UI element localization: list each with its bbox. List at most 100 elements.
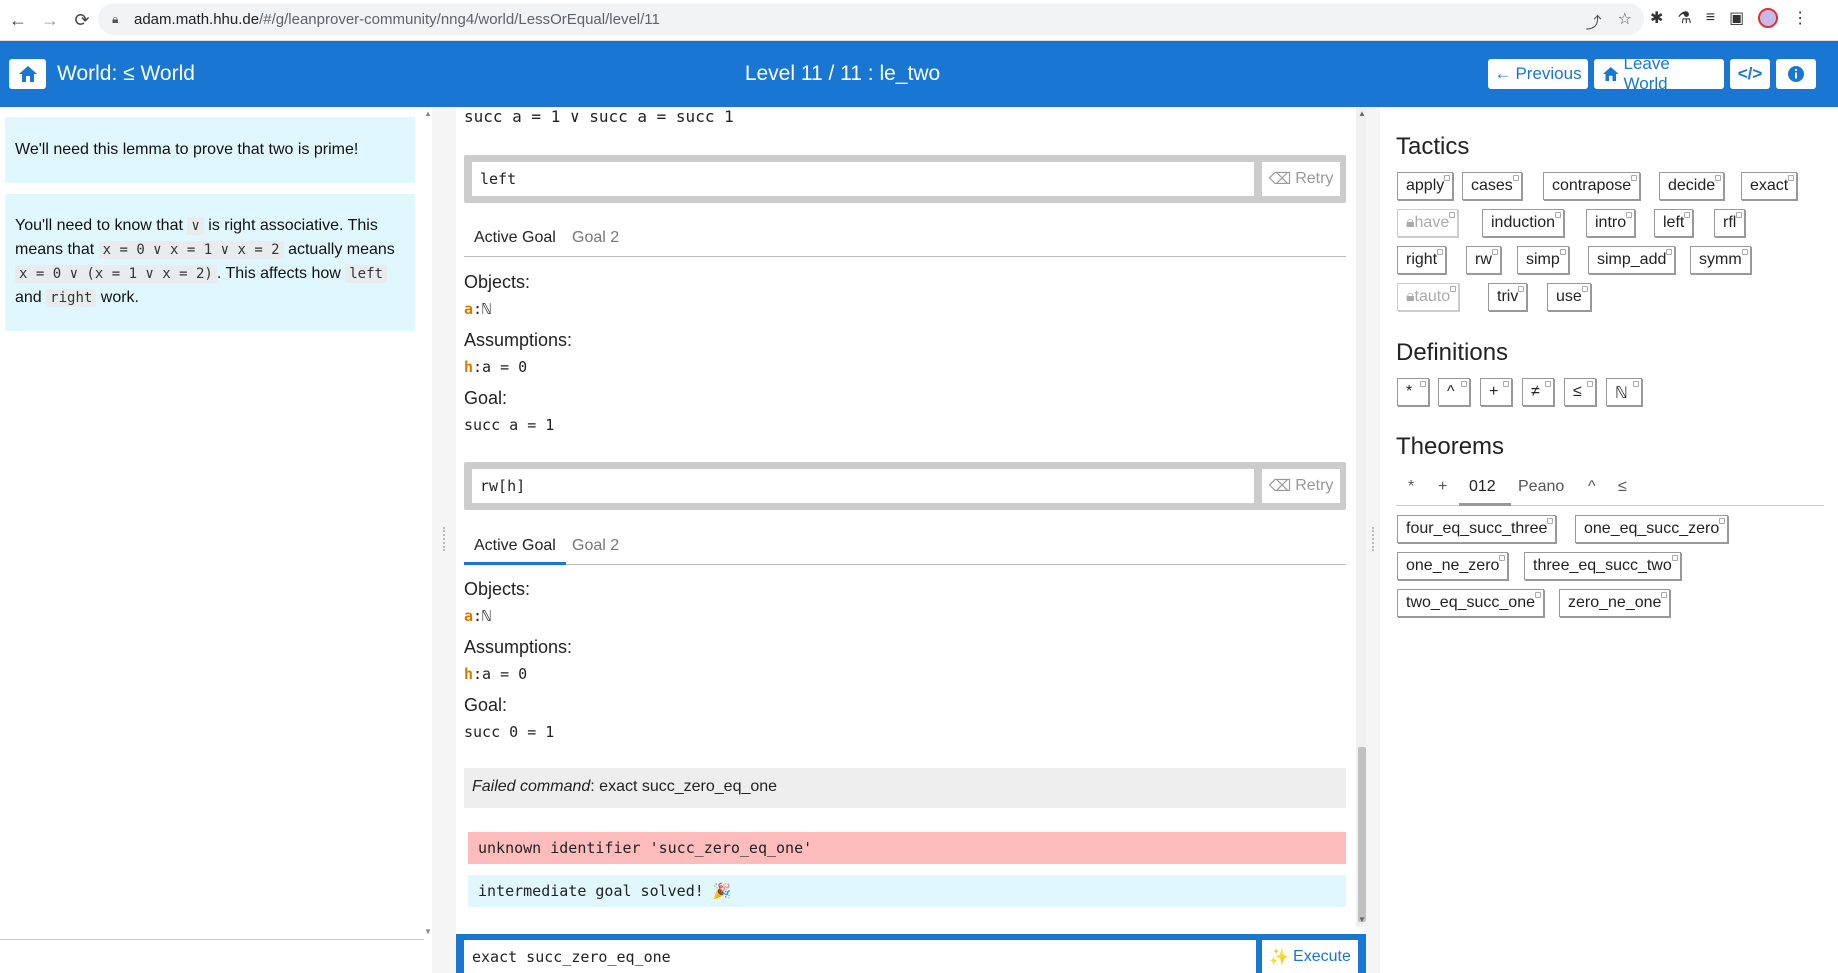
theorem-two-eq-succ-one[interactable]: two_eq_succ_one xyxy=(1397,589,1544,617)
goal-text: succ a = 1 xyxy=(464,416,555,434)
definition-mul[interactable]: * xyxy=(1397,378,1429,406)
theorem-tab-le[interactable]: ≤ xyxy=(1618,478,1627,496)
command-text: rw[h] xyxy=(472,469,1254,503)
code-view-button[interactable]: </> xyxy=(1730,59,1770,89)
code-brackets-icon: </> xyxy=(1737,64,1763,83)
tactic-rw[interactable]: rw xyxy=(1466,246,1501,274)
object-item: a:ℕ xyxy=(464,300,492,318)
definition-add[interactable]: + xyxy=(1480,378,1512,406)
command-row-rw: rw[h] ⌫ Retry xyxy=(464,462,1346,510)
arrow-left-icon: ← xyxy=(1494,64,1512,83)
goal-label: Goal: xyxy=(464,388,508,408)
tab-goal-2[interactable]: Goal 2 xyxy=(572,537,619,555)
theorem-tab-peano[interactable]: Peano xyxy=(1518,478,1564,496)
failed-command: Failed command: exact succ_zero_eq_one xyxy=(464,768,1346,808)
goal-tabs: Active Goal Goal 2 xyxy=(464,219,1346,257)
tactic-triv[interactable]: triv xyxy=(1488,283,1528,311)
previous-button[interactable]: ← Previous xyxy=(1488,59,1588,89)
theorem-zero-ne-one[interactable]: zero_ne_one xyxy=(1559,589,1671,617)
inventory-panel: Tactics apply cases contrapose decide ex… xyxy=(1380,107,1838,973)
definitions-title: Definitions xyxy=(1396,339,1509,366)
backspace-icon: ⌫ xyxy=(1268,171,1292,188)
menu-kebab-icon[interactable]: ⋮ xyxy=(1792,8,1808,28)
theorem-one-eq-succ-zero[interactable]: one_eq_succ_zero xyxy=(1575,515,1729,543)
goal-label: Goal: xyxy=(464,695,508,715)
bookmark-star-icon[interactable]: ☆ xyxy=(1618,9,1632,33)
definition-nat[interactable]: ℕ xyxy=(1606,378,1642,406)
retry-button[interactable]: ⌫ Retry xyxy=(1262,162,1340,196)
info-icon xyxy=(1788,66,1804,82)
goal-tabs: Active Goal Goal 2 xyxy=(464,527,1346,565)
tab-active-goal[interactable]: Active Goal xyxy=(474,537,556,555)
profile-avatar[interactable] xyxy=(1758,8,1779,28)
tactic-use[interactable]: use xyxy=(1547,283,1591,311)
reading-list-icon[interactable]: ≡ xyxy=(1706,9,1715,27)
tactic-intro[interactable]: intro xyxy=(1586,209,1636,237)
resize-handle-right[interactable] xyxy=(1366,107,1380,973)
proof-panel: succ a = 1 ∨ succ a = succ 1 left ⌫ Retry… xyxy=(456,107,1366,973)
info-button[interactable] xyxy=(1776,59,1816,89)
level-title: Level 11 / 11 : le_two xyxy=(744,62,941,85)
theorem-one-ne-zero[interactable]: one_ne_zero xyxy=(1397,552,1509,580)
forward-arrow-icon[interactable]: → xyxy=(36,6,64,34)
tactic-exact[interactable]: exact xyxy=(1741,172,1798,200)
tactic-tauto[interactable]: 🔒︎tauto xyxy=(1397,283,1460,311)
back-arrow-icon[interactable]: ← xyxy=(4,6,32,34)
lock-icon: 🔒︎ xyxy=(1406,214,1415,231)
object-item: a:ℕ xyxy=(464,607,492,625)
leave-world-button[interactable]: Leave World xyxy=(1594,54,1724,93)
lock-icon: 🔒︎ xyxy=(1406,288,1415,305)
tactic-symm[interactable]: symm xyxy=(1690,246,1751,274)
reload-icon[interactable]: ⟳ xyxy=(68,6,96,34)
tactic-decide[interactable]: decide xyxy=(1659,172,1725,200)
theorem-tab-012[interactable]: 012 xyxy=(1469,478,1496,496)
theorem-tab-pow[interactable]: ^ xyxy=(1588,478,1596,496)
theorem-four-eq-succ-three[interactable]: four_eq_succ_three xyxy=(1397,515,1557,543)
theorem-tab-add[interactable]: + xyxy=(1438,478,1447,496)
tab-active-goal[interactable]: Active Goal xyxy=(474,229,556,247)
definition-le[interactable]: ≤ xyxy=(1564,378,1596,406)
site-info-icon[interactable]: 🔒︎ xyxy=(112,12,126,26)
extensions-icon[interactable]: ✱ xyxy=(1650,8,1663,28)
assumptions-label: Assumptions: xyxy=(464,330,573,350)
tactic-induction[interactable]: induction xyxy=(1482,209,1565,237)
tactics-title: Tactics xyxy=(1396,133,1470,160)
tactic-contrapose[interactable]: contrapose xyxy=(1543,172,1641,200)
execute-button[interactable]: ✨ Execute xyxy=(1262,940,1358,973)
command-input[interactable]: exact succ_zero_eq_one xyxy=(464,940,1256,973)
url-text: adam.math.hhu.de/#/g/leanprover-communit… xyxy=(134,10,660,28)
tactic-rfl[interactable]: rfl xyxy=(1714,209,1746,237)
info-message: intermediate goal solved! 🎉 xyxy=(468,875,1346,907)
tab-goal-2[interactable]: Goal 2 xyxy=(572,229,619,247)
theorem-tab-mul[interactable]: * xyxy=(1408,478,1414,496)
retry-button[interactable]: ⌫ Retry xyxy=(1262,469,1340,503)
assumption-item: h:a = 0 xyxy=(464,665,528,683)
tactic-apply[interactable]: apply xyxy=(1397,172,1454,200)
command-text: left xyxy=(472,162,1254,196)
app-header: World: ≤ World Level 11 / 11 : le_two ← P… xyxy=(0,41,1838,107)
share-icon[interactable]: ⤴ xyxy=(1586,9,1602,33)
objects-label: Objects: xyxy=(464,272,531,292)
tactic-have[interactable]: 🔒︎have xyxy=(1397,209,1459,237)
backspace-icon: ⌫ xyxy=(1268,478,1292,495)
error-message: unknown identifier 'succ_zero_eq_one' xyxy=(468,832,1346,864)
tactic-right[interactable]: right xyxy=(1397,246,1447,274)
tactic-cases[interactable]: cases xyxy=(1462,172,1522,200)
active-tab-indicator xyxy=(464,562,566,565)
definition-ne[interactable]: ≠ xyxy=(1522,378,1554,406)
scroll-thumb[interactable] xyxy=(1358,747,1366,922)
resize-handle-left[interactable] xyxy=(432,107,456,973)
lab-flask-icon[interactable]: ⚗ xyxy=(1677,8,1691,28)
theorem-three-eq-succ-two[interactable]: three_eq_succ_two xyxy=(1524,552,1681,580)
command-input-bar: exact succ_zero_eq_one ✨ Execute xyxy=(456,934,1366,973)
command-row-left: left ⌫ Retry xyxy=(464,155,1346,203)
side-panel-icon[interactable]: ▣ xyxy=(1729,8,1744,28)
left-scrollbar[interactable]: ▲ ▼ xyxy=(424,109,432,939)
tactic-left[interactable]: left xyxy=(1654,209,1694,237)
intro-panel: We'll need this lemma to prove that two … xyxy=(0,107,432,973)
divider xyxy=(0,939,424,940)
tactic-simp[interactable]: simp xyxy=(1517,246,1569,274)
tactic-simp-add[interactable]: simp_add xyxy=(1588,246,1676,274)
address-bar[interactable]: 🔒︎ adam.math.hhu.de/#/g/leanprover-commu… xyxy=(98,3,1644,35)
definition-pow[interactable]: ^ xyxy=(1438,378,1470,406)
